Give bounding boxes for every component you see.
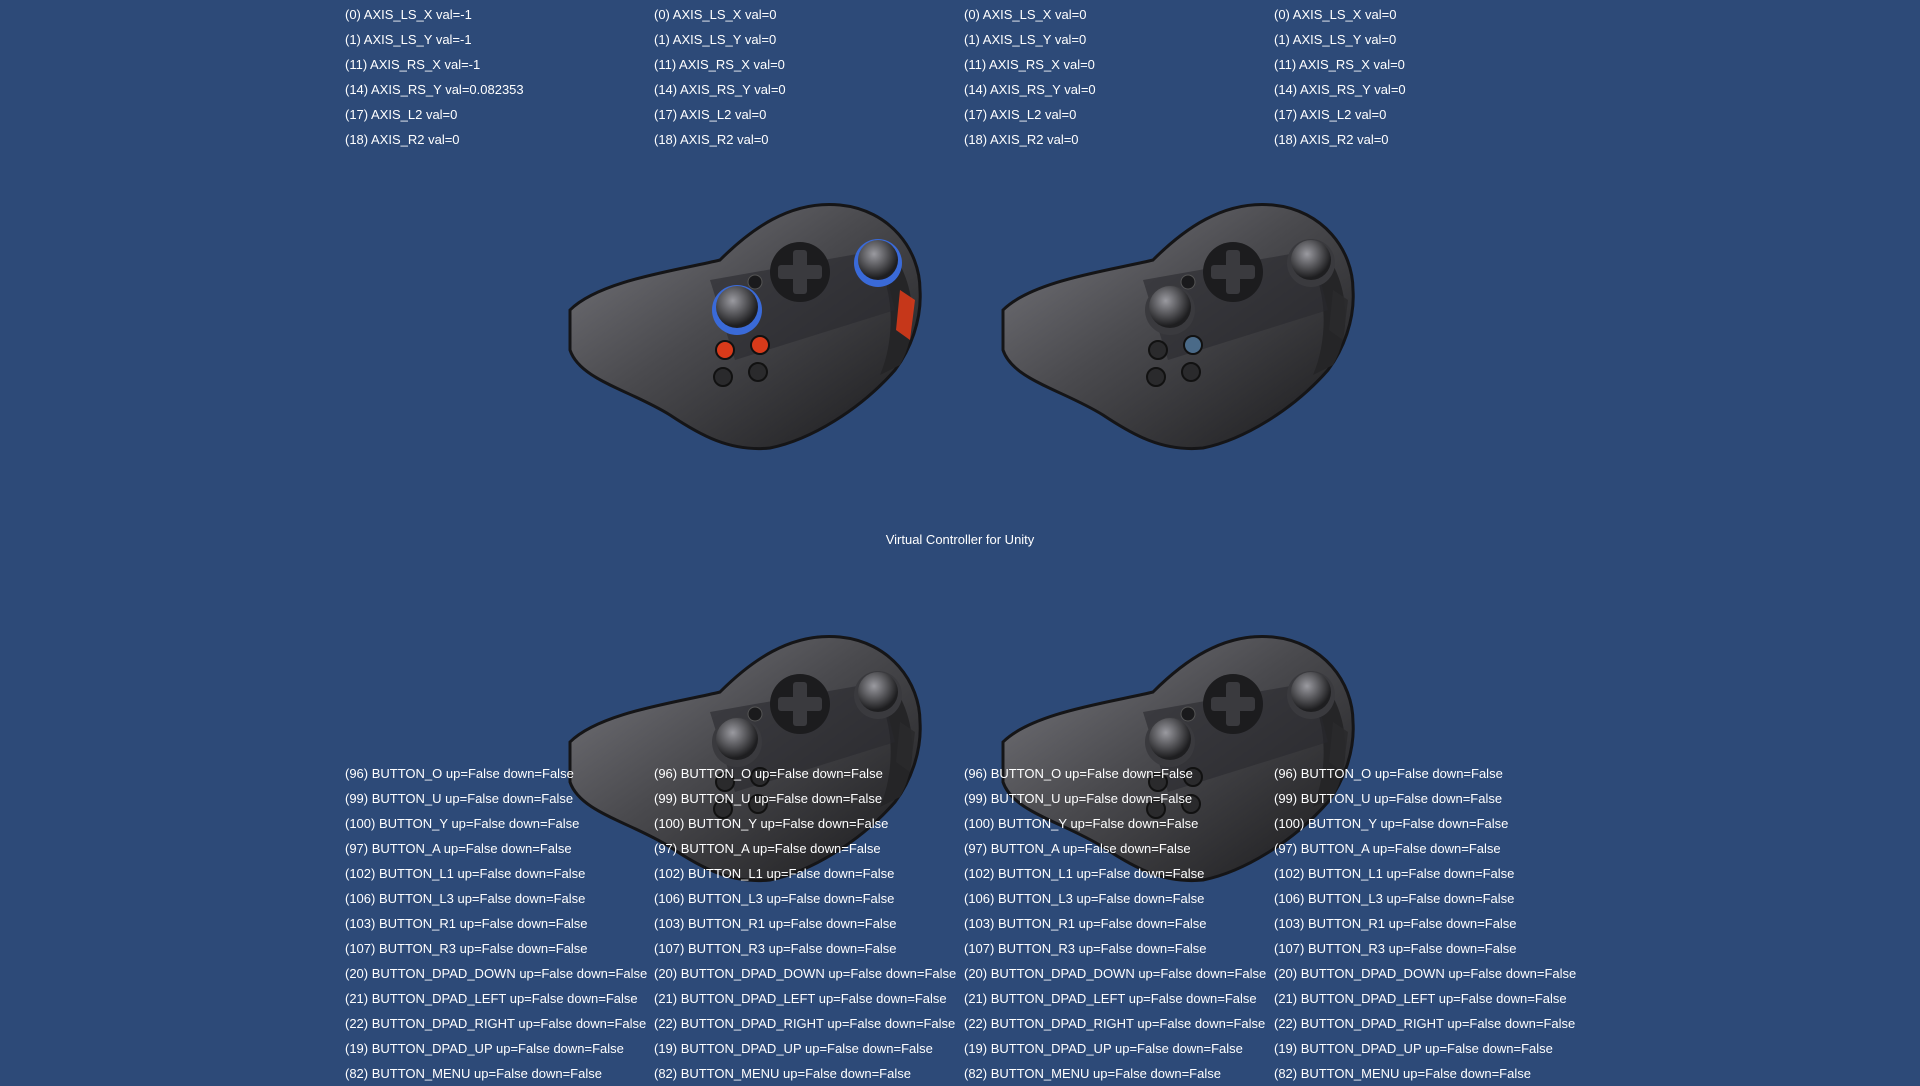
gamepad-icon: [993, 190, 1363, 460]
button-readout-line: (107) BUTTON_R3 up=False down=False: [345, 941, 588, 956]
button-readout-line: (100) BUTTON_Y up=False down=False: [1274, 816, 1509, 831]
axis-readout-line: (11) AXIS_RS_X val=0: [1274, 57, 1405, 72]
button-readout-line: (100) BUTTON_Y up=False down=False: [654, 816, 889, 831]
axis-readout-line: (17) AXIS_L2 val=0: [964, 107, 1077, 122]
button-readout-line: (20) BUTTON_DPAD_DOWN up=False down=Fals…: [1274, 966, 1577, 981]
button-readout-line: (102) BUTTON_L1 up=False down=False: [345, 866, 586, 881]
axis-readout-column-1: (0) AXIS_LS_X val=-1 (1) AXIS_LS_Y val=-1…: [345, 2, 655, 152]
button-readout-line: (82) BUTTON_MENU up=False down=False: [964, 1066, 1221, 1081]
button-readout-line: (82) BUTTON_MENU up=False down=False: [1274, 1066, 1531, 1081]
button-readout-line: (21) BUTTON_DPAD_LEFT up=False down=Fals…: [654, 991, 947, 1006]
button-readout-line: (100) BUTTON_Y up=False down=False: [345, 816, 580, 831]
button-readout-line: (103) BUTTON_R1 up=False down=False: [964, 916, 1207, 931]
button-readout-line: (99) BUTTON_U up=False down=False: [1274, 791, 1503, 806]
axis-readout-line: (14) AXIS_RS_Y val=0: [964, 82, 1096, 97]
axis-readout-line: (17) AXIS_L2 val=0: [345, 107, 458, 122]
axis-readout-column-3: (0) AXIS_LS_X val=0 (1) AXIS_LS_Y val=0 (1…: [964, 2, 1274, 152]
button-readout-line: (96) BUTTON_O up=False down=False: [1274, 766, 1503, 781]
button-readout-line: (103) BUTTON_R1 up=False down=False: [1274, 916, 1517, 931]
axis-readout-line: (11) AXIS_RS_X val=-1: [345, 57, 481, 72]
button-readout-line: (21) BUTTON_DPAD_LEFT up=False down=Fals…: [964, 991, 1257, 1006]
axis-readout-column-2: (0) AXIS_LS_X val=0 (1) AXIS_LS_Y val=0 (1…: [654, 2, 964, 152]
button-readout-line: (96) BUTTON_O up=False down=False: [345, 766, 574, 781]
axis-readout-line: (14) AXIS_RS_Y val=0: [654, 82, 786, 97]
button-readout-line: (19) BUTTON_DPAD_UP up=False down=False: [964, 1041, 1243, 1056]
axis-readout-line: (14) AXIS_RS_Y val=0: [1274, 82, 1406, 97]
button-readout-line: (97) BUTTON_A up=False down=False: [345, 841, 572, 856]
axis-readout-line: (0) AXIS_LS_X val=0: [964, 7, 1087, 22]
button-readout-line: (21) BUTTON_DPAD_LEFT up=False down=Fals…: [1274, 991, 1567, 1006]
axis-readout-line: (0) AXIS_LS_X val=0: [1274, 7, 1397, 22]
axis-readout-line: (17) AXIS_L2 val=0: [1274, 107, 1387, 122]
axis-readout-line: (14) AXIS_RS_Y val=0.082353: [345, 82, 524, 97]
button-readout-line: (82) BUTTON_MENU up=False down=False: [654, 1066, 911, 1081]
button-readout-line: (107) BUTTON_R3 up=False down=False: [964, 941, 1207, 956]
button-readout-line: (106) BUTTON_L3 up=False down=False: [1274, 891, 1515, 906]
button-readout-line: (96) BUTTON_O up=False down=False: [654, 766, 883, 781]
axis-readout-line: (0) AXIS_LS_X val=0: [654, 7, 777, 22]
button-readout-line: (22) BUTTON_DPAD_RIGHT up=False down=Fal…: [1274, 1016, 1576, 1031]
gamepad-icon: [560, 190, 930, 460]
button-readout-line: (102) BUTTON_L1 up=False down=False: [1274, 866, 1515, 881]
button-readout-column-2: (96) BUTTON_O up=False down=False (99) BU…: [654, 761, 964, 1086]
page-title: Virtual Controller for Unity: [885, 532, 1035, 547]
axis-readout-line: (18) AXIS_R2 val=0: [654, 132, 769, 147]
button-readout-line: (102) BUTTON_L1 up=False down=False: [654, 866, 895, 881]
axis-readout-line: (1) AXIS_LS_Y val=0: [964, 32, 1087, 47]
button-readout-line: (106) BUTTON_L3 up=False down=False: [654, 891, 895, 906]
button-readout-line: (19) BUTTON_DPAD_UP up=False down=False: [345, 1041, 624, 1056]
axis-readout-line: (1) AXIS_LS_Y val=0: [1274, 32, 1397, 47]
axis-readout-line: (17) AXIS_L2 val=0: [654, 107, 767, 122]
button-readout-line: (22) BUTTON_DPAD_RIGHT up=False down=Fal…: [345, 1016, 647, 1031]
button-readout-line: (19) BUTTON_DPAD_UP up=False down=False: [654, 1041, 933, 1056]
button-readout-line: (97) BUTTON_A up=False down=False: [654, 841, 881, 856]
button-readout-line: (96) BUTTON_O up=False down=False: [964, 766, 1193, 781]
button-readout-line: (82) BUTTON_MENU up=False down=False: [345, 1066, 602, 1081]
button-readout-line: (100) BUTTON_Y up=False down=False: [964, 816, 1199, 831]
button-readout-line: (102) BUTTON_L1 up=False down=False: [964, 866, 1205, 881]
button-readout-line: (97) BUTTON_A up=False down=False: [1274, 841, 1501, 856]
button-readout-column-1: (96) BUTTON_O up=False down=False (99) BU…: [345, 761, 655, 1086]
button-readout-line: (107) BUTTON_R3 up=False down=False: [1274, 941, 1517, 956]
button-readout-line: (20) BUTTON_DPAD_DOWN up=False down=Fals…: [964, 966, 1267, 981]
button-readout-line: (103) BUTTON_R1 up=False down=False: [345, 916, 588, 931]
button-readout-line: (97) BUTTON_A up=False down=False: [964, 841, 1191, 856]
axis-readout-line: (1) AXIS_LS_Y val=-1: [345, 32, 472, 47]
axis-readout-line: (1) AXIS_LS_Y val=0: [654, 32, 777, 47]
button-readout-line: (99) BUTTON_U up=False down=False: [964, 791, 1193, 806]
button-readout-column-3: (96) BUTTON_O up=False down=False (99) BU…: [964, 761, 1274, 1086]
button-readout-line: (106) BUTTON_L3 up=False down=False: [964, 891, 1205, 906]
button-readout-line: (107) BUTTON_R3 up=False down=False: [654, 941, 897, 956]
axis-readout-line: (11) AXIS_RS_X val=0: [964, 57, 1095, 72]
axis-readout-line: (18) AXIS_R2 val=0: [964, 132, 1079, 147]
axis-readout-line: (0) AXIS_LS_X val=-1: [345, 7, 472, 22]
button-readout-line: (22) BUTTON_DPAD_RIGHT up=False down=Fal…: [654, 1016, 956, 1031]
button-readout-line: (19) BUTTON_DPAD_UP up=False down=False: [1274, 1041, 1553, 1056]
button-readout-line: (22) BUTTON_DPAD_RIGHT up=False down=Fal…: [964, 1016, 1266, 1031]
axis-readout-column-4: (0) AXIS_LS_X val=0 (1) AXIS_LS_Y val=0 (1…: [1274, 2, 1584, 152]
button-readout-line: (103) BUTTON_R1 up=False down=False: [654, 916, 897, 931]
button-readout-line: (106) BUTTON_L3 up=False down=False: [345, 891, 586, 906]
button-readout-line: (20) BUTTON_DPAD_DOWN up=False down=Fals…: [654, 966, 957, 981]
button-readout-line: (99) BUTTON_U up=False down=False: [654, 791, 883, 806]
axis-readout-line: (18) AXIS_R2 val=0: [345, 132, 460, 147]
axis-readout-line: (11) AXIS_RS_X val=0: [654, 57, 785, 72]
button-readout-line: (20) BUTTON_DPAD_DOWN up=False down=Fals…: [345, 966, 648, 981]
button-readout-line: (21) BUTTON_DPAD_LEFT up=False down=Fals…: [345, 991, 638, 1006]
axis-readout-line: (18) AXIS_R2 val=0: [1274, 132, 1389, 147]
button-readout-column-4: (96) BUTTON_O up=False down=False (99) BU…: [1274, 761, 1584, 1086]
button-readout-line: (99) BUTTON_U up=False down=False: [345, 791, 574, 806]
